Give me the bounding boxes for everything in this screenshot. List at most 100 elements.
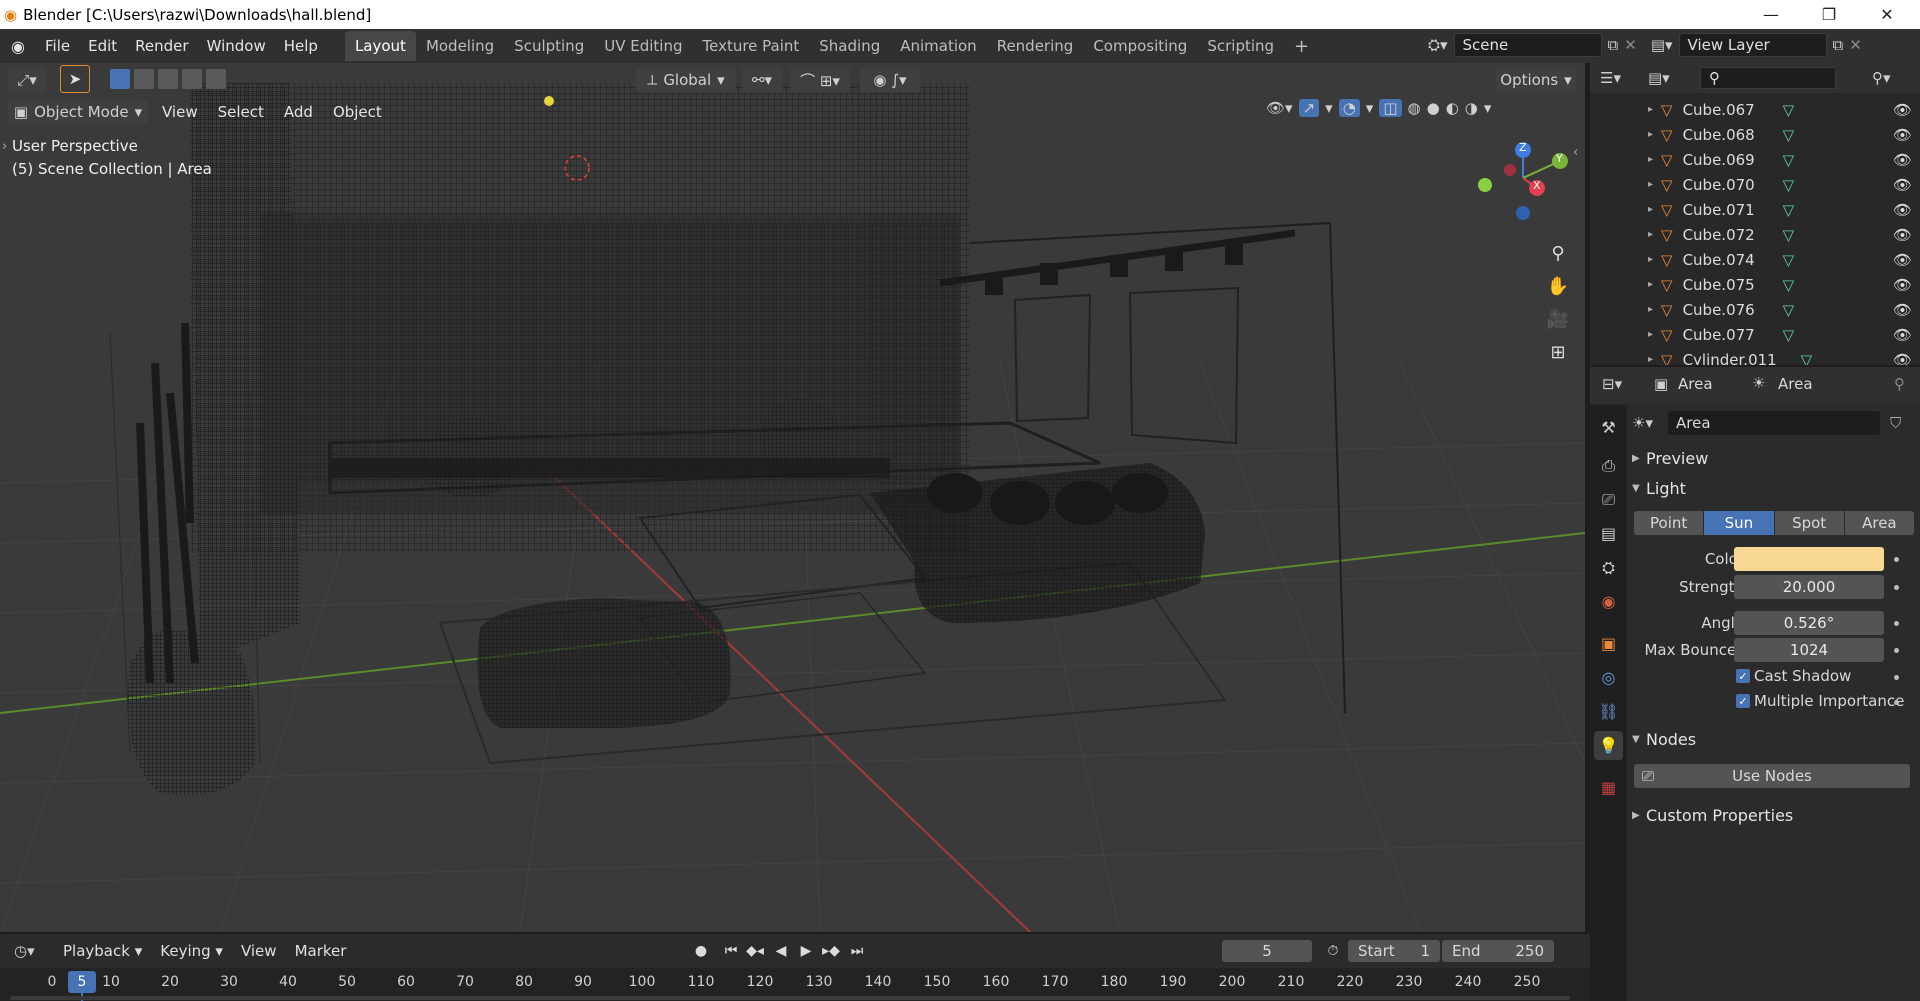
tool-tab-icon[interactable]: ⚒ [1594, 413, 1623, 442]
editor-type-button[interactable]: ⤢▾ [8, 67, 46, 93]
toolbar-toggle-icon[interactable]: › [2, 139, 7, 154]
stopwatch-icon[interactable]: ⏱ [1322, 940, 1344, 962]
close-button[interactable]: ✕ [1858, 0, 1916, 29]
menu-edit[interactable]: Edit [79, 37, 126, 55]
eye-icon[interactable]: 👁 [1893, 351, 1912, 366]
outliner-editor-icon[interactable]: ☰▾ [1600, 69, 1621, 87]
delete-view-layer-icon[interactable]: ✕ [1849, 36, 1862, 54]
eye-icon[interactable]: 👁 [1893, 251, 1912, 269]
select-tool-icon[interactable]: ➤ [60, 65, 90, 93]
play-reverse-icon[interactable]: ◀ [770, 940, 792, 962]
tab-scripting[interactable]: Scripting [1197, 31, 1284, 61]
timeline-scrollbar[interactable] [10, 996, 1570, 1000]
light-type-spot[interactable]: Spot [1774, 511, 1844, 535]
outliner-row[interactable]: ▸ ▽ Cube.068 ▽ 👁 [1590, 122, 1920, 147]
tab-rendering[interactable]: Rendering [987, 31, 1084, 61]
outliner-row[interactable]: ▸ ▽ Cube.071 ▽ 👁 [1590, 197, 1920, 222]
eye-icon[interactable]: 👁 [1893, 301, 1912, 319]
nodes-panel-header[interactable]: ▼ Nodes [1632, 726, 1914, 752]
pin-icon[interactable]: ⚲ [1894, 375, 1905, 393]
snap-icon[interactable]: ⌒ ⊞▾ [790, 67, 850, 93]
light-type-point[interactable]: Point [1634, 511, 1704, 535]
start-frame-field[interactable]: Start 1 [1348, 940, 1440, 962]
timeline-menu-marker[interactable]: Marker [286, 942, 356, 960]
light-type-sun[interactable]: Sun [1704, 511, 1774, 535]
current-frame-field[interactable]: 5 [1222, 940, 1312, 962]
timeline-menu-playback[interactable]: Playback ▾ [54, 942, 151, 960]
fake-user-icon[interactable]: ⛉ [1890, 414, 1901, 432]
physics-tab-icon[interactable]: ◎ [1594, 663, 1623, 692]
scene-tab-icon[interactable]: ⛭ [1594, 553, 1623, 582]
outliner-row[interactable]: ▸ ▽ Cube.075 ▽ 👁 [1590, 272, 1920, 297]
transform-orientation-dropdown[interactable]: ⟂ Global ▾ [636, 67, 736, 93]
new-scene-icon[interactable]: ⧉ [1608, 36, 1619, 54]
timeline-menu-view[interactable]: View [232, 942, 286, 960]
multiple-importance-checkbox[interactable]: ✓ [1736, 694, 1750, 708]
viewport-menu-object[interactable]: Object [323, 103, 392, 121]
properties-editor-icon[interactable]: ⊟▾ [1602, 375, 1622, 393]
menu-help[interactable]: Help [275, 37, 327, 55]
keyframe-dot[interactable] [1894, 700, 1899, 705]
datablock-selector[interactable]: ☀▾ Area ⛉ [1632, 411, 1916, 435]
render-tab-icon[interactable]: ⎙ [1594, 451, 1623, 480]
new-view-layer-icon[interactable]: ⧉ [1833, 36, 1844, 54]
preview-panel-header[interactable]: ▶ Preview [1632, 445, 1914, 471]
datablock-name-field[interactable]: Area [1668, 411, 1880, 435]
pivot-point-icon[interactable]: ⚯▾ [742, 67, 782, 93]
custom-properties-panel-header[interactable]: ▶ Custom Properties [1632, 802, 1914, 828]
camera-view-icon[interactable]: 🎥 [1547, 309, 1569, 330]
overlay-dropdown-icon[interactable]: ▾ [1366, 99, 1374, 117]
eye-icon[interactable]: 👁 [1893, 101, 1912, 119]
keyframe-dot[interactable] [1894, 621, 1899, 626]
add-workspace-button[interactable]: + [1284, 30, 1319, 63]
pan-hand-icon[interactable]: ✋ [1547, 276, 1569, 297]
viewport-menu-view[interactable]: View [152, 103, 208, 121]
use-nodes-button[interactable]: ⎚ Use Nodes [1634, 764, 1910, 788]
solid-shading-icon[interactable]: ● [1427, 99, 1440, 117]
timeline-editor-icon[interactable]: ◷▾ [14, 942, 54, 960]
shading-dropdown-icon[interactable]: ▾ [1484, 99, 1492, 117]
menu-render[interactable]: Render [126, 37, 197, 55]
overlay-icon[interactable]: ◔ [1338, 99, 1360, 117]
play-icon[interactable]: ▶ [795, 940, 817, 962]
select-extend-icon[interactable] [134, 69, 154, 89]
record-icon[interactable]: ● [690, 940, 712, 962]
navigation-gizmo[interactable]: Z Y X [1470, 133, 1580, 223]
outliner-row[interactable]: ▸ ▽ Cylinder.011 ▽ 👁 [1590, 347, 1920, 366]
end-frame-field[interactable]: End 250 [1442, 940, 1554, 962]
constraints-tab-icon[interactable]: ⛓ [1594, 697, 1623, 726]
world-tab-icon[interactable]: ◉ [1594, 587, 1623, 616]
outliner-row[interactable]: ▸ ▽ Cube.067 ▽ 👁 [1590, 97, 1920, 122]
tab-modeling[interactable]: Modeling [416, 31, 504, 61]
eye-icon[interactable]: 👁 [1893, 151, 1912, 169]
gizmo-icon[interactable]: ↗ [1298, 99, 1320, 117]
max-bounces-field[interactable]: 1024 [1734, 638, 1884, 662]
visibility-icon[interactable]: 👁▾ [1266, 99, 1293, 117]
eye-icon[interactable]: 👁 [1893, 326, 1912, 344]
options-dropdown[interactable]: Options ▾ [1496, 67, 1576, 93]
3d-viewport[interactable]: ⤢▾ ➤ ⟂ Global ▾ ⚯▾ ⌒ ⊞▾ ◉ ∫▾ Options ▾ ▣ Obj… [0, 63, 1585, 932]
zoom-icon[interactable]: ⚲ [1551, 243, 1564, 264]
tab-shading[interactable]: Shading [809, 31, 890, 61]
select-invert-icon[interactable] [182, 69, 202, 89]
material-shading-icon[interactable]: ◐ [1446, 99, 1459, 117]
object-tab-icon[interactable]: ▣ [1594, 629, 1623, 658]
next-keyframe-icon[interactable]: ▸◆ [820, 940, 842, 962]
keyframe-dot[interactable] [1894, 648, 1899, 653]
tab-uv-editing[interactable]: UV Editing [594, 31, 692, 61]
delete-scene-icon[interactable]: ✕ [1624, 36, 1637, 54]
ortho-grid-icon[interactable]: ⊞ [1550, 342, 1565, 363]
viewport-menu-add[interactable]: Add [274, 103, 323, 121]
tab-animation[interactable]: Animation [890, 31, 986, 61]
outliner-row[interactable]: ▸ ▽ Cube.069 ▽ 👁 [1590, 147, 1920, 172]
jump-end-icon[interactable]: ⏭ [846, 940, 868, 962]
tab-compositing[interactable]: Compositing [1083, 31, 1197, 61]
outliner-row[interactable]: ▸ ▽ Cube.070 ▽ 👁 [1590, 172, 1920, 197]
scene-field[interactable]: Scene [1453, 33, 1602, 57]
keyframe-dot[interactable] [1894, 675, 1899, 680]
scene-icon[interactable]: ⛭▾ [1428, 36, 1448, 54]
outliner-row[interactable]: ▸ ▽ Cube.072 ▽ 👁 [1590, 222, 1920, 247]
strength-field[interactable]: 20.000 [1734, 575, 1884, 599]
output-tab-icon[interactable]: ⎚ [1594, 485, 1623, 514]
timeline-menu-keying[interactable]: Keying ▾ [151, 942, 232, 960]
